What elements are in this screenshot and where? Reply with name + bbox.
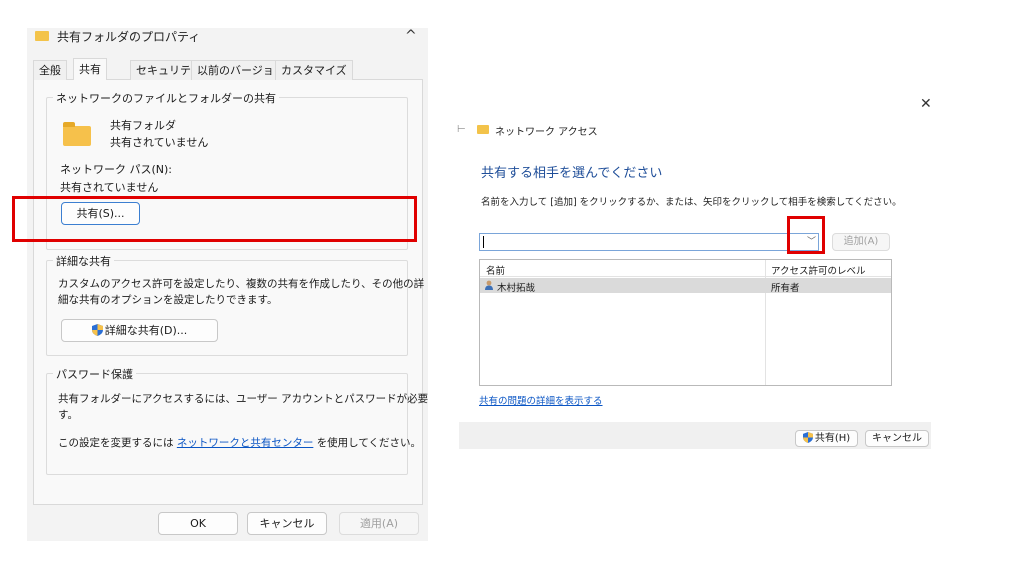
network-path-value: 共有されていません (60, 181, 159, 194)
text-caret (483, 236, 484, 248)
tab-customize[interactable]: カスタマイズ (275, 60, 353, 80)
tab-general[interactable]: 全般 (33, 60, 67, 80)
folder-name: 共有フォルダ (110, 119, 176, 132)
folder-icon (35, 31, 49, 41)
window-title: ネットワーク アクセス (495, 127, 598, 138)
close-icon[interactable]: ^ (405, 28, 417, 44)
back-arrow-icon[interactable]: ⊢ (457, 124, 466, 135)
list-header: 名前 アクセス許可のレベル (480, 260, 891, 277)
advanced-description: カスタムのアクセス許可を設定したり、複数の共有を作成したり、その他の詳 (58, 278, 425, 290)
user-list: 名前 アクセス許可のレベル 木村拓哉 所有者 (479, 259, 892, 386)
title-bar: 共有フォルダのプロパティ ^ (27, 28, 428, 56)
instruction-text: 名前を入力して [追加] をクリックするか、または、矢印をクリックして相手を検索… (481, 197, 902, 208)
folder-properties-dialog: 共有フォルダのプロパティ ^ 全般 共有 セキュリティ 以前のバージョン カスタ… (27, 28, 428, 541)
user-icon (485, 280, 493, 290)
advanced-sharing-button[interactable]: 詳細な共有(D)... (61, 319, 218, 342)
dialog-footer: 共有(H) キャンセル (459, 422, 931, 449)
group-label: 詳細な共有 (53, 253, 114, 269)
advanced-description: 細な共有のオプションを設定したりできます。 (58, 294, 278, 306)
window-title: 共有フォルダのプロパティ (57, 30, 201, 44)
uac-shield-icon (91, 324, 103, 336)
page-heading: 共有する相手を選んでください (481, 166, 663, 181)
change-prefix: この設定を変更するには (58, 437, 174, 449)
network-path-label: ネットワーク パス(N): (60, 163, 173, 176)
name-combobox[interactable]: ﹀ (479, 233, 819, 251)
tab-bar: 全般 共有 セキュリティ 以前のバージョン カスタマイズ (33, 58, 423, 81)
sharing-tab-panel: ネットワークのファイルとフォルダーの共有 共有フォルダ 共有されていません ネッ… (33, 80, 428, 505)
share-confirm-button[interactable]: 共有(H) (795, 430, 858, 447)
network-folder-icon (477, 125, 489, 134)
table-row[interactable]: 木村拓哉 所有者 (480, 278, 891, 294)
password-protection-group: パスワード保護 共有フォルダーにアクセスするには、ユーザー アカウントとパスワー… (46, 366, 428, 475)
permission-level: 所有者 (771, 283, 800, 294)
cancel-button[interactable]: キャンセル (247, 512, 327, 535)
password-description: す。 (58, 409, 78, 421)
close-icon[interactable]: ✕ (920, 96, 932, 112)
change-suffix: を使用してください。 (316, 437, 422, 449)
add-button[interactable]: 追加(A) (832, 233, 890, 251)
network-access-dialog: ✕ ⊢ ネットワーク アクセス 共有する相手を選んでください 名前を入力して [… (457, 92, 932, 449)
column-header-name[interactable]: 名前 (486, 263, 505, 277)
change-setting-text: この設定を変更するには ネットワークと共有センター を使用してください。 (58, 435, 421, 450)
group-label: パスワード保護 (53, 366, 136, 382)
password-description: 共有フォルダーにアクセスするには、ユーザー アカウントとパスワードが必要で (58, 393, 428, 405)
sharing-help-link[interactable]: 共有の問題の詳細を表示する (479, 393, 603, 407)
advanced-sharing-label: 詳細な共有(D)... (104, 324, 188, 337)
advanced-sharing-group: 詳細な共有 カスタムのアクセス許可を設定したり、複数の共有を作成したり、その他の… (46, 253, 424, 356)
folder-icon (63, 122, 91, 146)
share-confirm-label: 共有(H) (814, 433, 851, 444)
apply-button[interactable]: 適用(A) (339, 512, 419, 535)
user-name: 木村拓哉 (497, 283, 536, 294)
tab-sharing[interactable]: 共有 (73, 58, 107, 81)
group-label: ネットワークのファイルとフォルダーの共有 (53, 90, 279, 106)
uac-shield-icon (802, 432, 813, 443)
ok-button[interactable]: OK (158, 512, 238, 535)
column-header-level[interactable]: アクセス許可のレベル (771, 263, 866, 277)
highlight-box (787, 216, 825, 254)
network-sharing-center-link[interactable]: ネットワークと共有センター (177, 437, 314, 449)
highlight-box (12, 196, 417, 242)
cancel-button[interactable]: キャンセル (865, 430, 929, 447)
folder-status: 共有されていません (110, 136, 209, 149)
